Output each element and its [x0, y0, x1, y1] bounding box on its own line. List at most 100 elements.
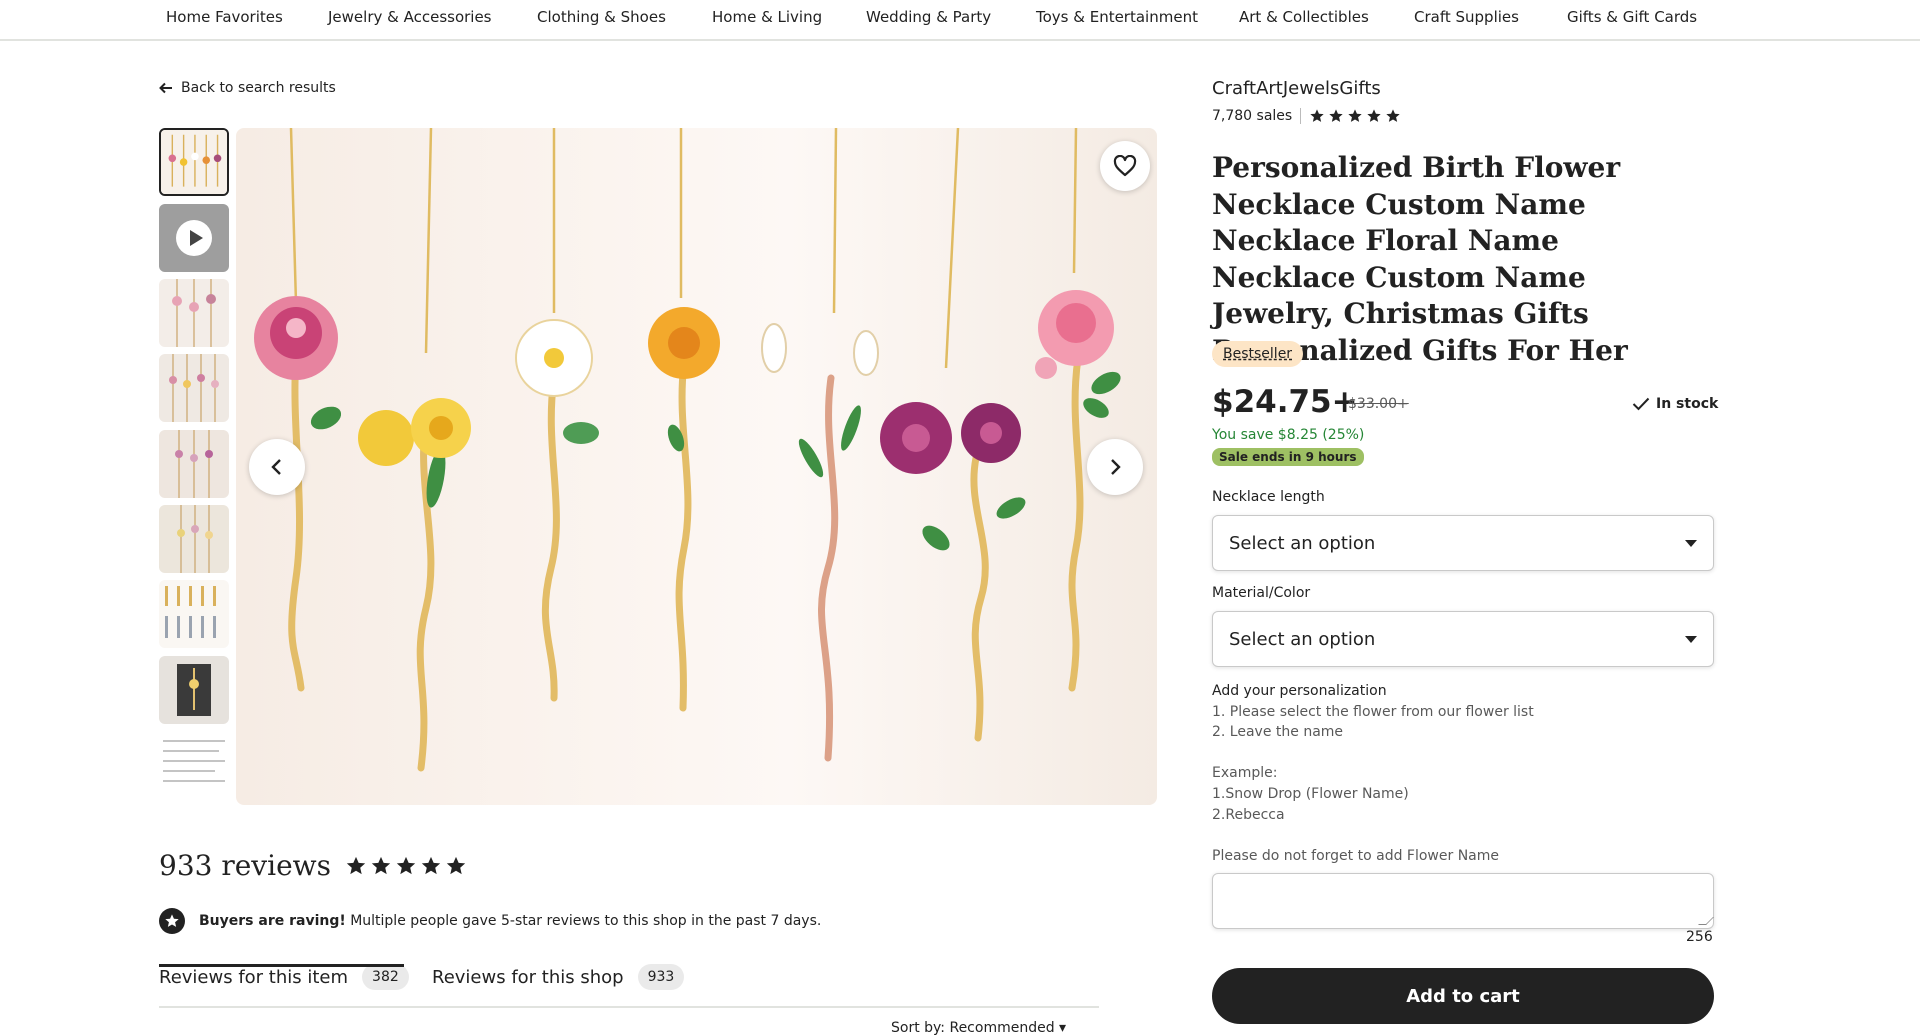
- tab-reviews-shop-count: 933: [637, 964, 685, 990]
- active-tab-indicator: [159, 964, 404, 967]
- personalization-heading: Add your personalization: [1212, 683, 1387, 699]
- star-icon: [396, 856, 416, 874]
- necklace-length-value: Select an option: [1229, 532, 1376, 554]
- material-color-label: Material/Color: [1212, 585, 1311, 601]
- thumbnail-image: [159, 279, 229, 347]
- star-icon: [421, 856, 441, 874]
- nav-item-toys-entertainment[interactable]: Toys & Entertainment: [1036, 8, 1198, 26]
- stock-label: In stock: [1656, 396, 1719, 412]
- personalization-textarea[interactable]: [1212, 873, 1714, 929]
- main-product-image: [236, 128, 1157, 805]
- raving-detail: Multiple people gave 5-star reviews to t…: [345, 913, 822, 929]
- reviews-count: 933 reviews: [159, 849, 331, 882]
- personalization-line-4: 1.Snow Drop (Flower Name): [1212, 785, 1409, 802]
- sort-label: Sort by: Recommended: [891, 1020, 1055, 1036]
- nav-item-clothing-shoes[interactable]: Clothing & Shoes: [537, 8, 666, 26]
- necklace-length-select[interactable]: Select an option: [1212, 515, 1714, 571]
- personalization-line-6: Please do not forget to add Flower Name: [1212, 847, 1499, 864]
- star-icon: [1367, 109, 1381, 122]
- shop-meta: 7,780 sales: [1212, 108, 1401, 124]
- tab-reviews-item-count: 382: [362, 964, 409, 990]
- divider: [1300, 108, 1302, 124]
- personalization-line-2: 2. Leave the name: [1212, 724, 1344, 741]
- thumbnail-3[interactable]: [159, 279, 229, 347]
- star-icon: [1310, 109, 1324, 122]
- raving-text: Buyers are raving! Multiple people gave …: [199, 913, 821, 929]
- personalization-line-3: Example:: [1212, 765, 1278, 782]
- chevron-left-icon: [271, 459, 281, 475]
- thumbnail-image: [159, 505, 229, 573]
- nav-item-home-favorites[interactable]: Home Favorites: [166, 8, 283, 26]
- thumbnail-5[interactable]: [159, 430, 229, 498]
- star-icon: [446, 856, 466, 874]
- thumbnail-1[interactable]: [159, 128, 229, 196]
- reviews-header: 933 reviews: [159, 849, 467, 882]
- resize-handle[interactable]: [1698, 917, 1714, 925]
- material-color-value: Select an option: [1229, 628, 1376, 650]
- tab-reviews-shop[interactable]: Reviews for this shop 933: [432, 964, 685, 990]
- nav-item-gifts-gift-cards[interactable]: Gifts & Gift Cards: [1567, 8, 1697, 26]
- star-icon: [1348, 109, 1362, 122]
- tab-reviews-item[interactable]: Reviews for this item 382: [159, 964, 409, 990]
- nav-item-home-living[interactable]: Home & Living: [712, 8, 822, 26]
- play-icon: [176, 220, 212, 256]
- original-price: $33.00+: [1348, 396, 1409, 412]
- star-icon: [1329, 109, 1343, 122]
- savings-text: You save $8.25 (25%): [1212, 427, 1365, 443]
- add-to-cart-button[interactable]: Add to cart: [1212, 968, 1714, 1024]
- product-price: $24.75+: [1212, 384, 1358, 420]
- caret-down-icon: [1685, 539, 1697, 547]
- thumbnail-image: [159, 656, 229, 724]
- necklaces-photo: [254, 128, 1121, 772]
- thumbnail-image: [159, 430, 229, 498]
- tab-reviews-item-label: Reviews for this item: [159, 966, 349, 988]
- shop-name-link[interactable]: CraftArtJewelsGifts: [1212, 78, 1381, 99]
- nav-item-art-collectibles[interactable]: Art & Collectibles: [1239, 8, 1369, 26]
- character-count: 256: [1686, 929, 1713, 945]
- buyers-raving-notice: Buyers are raving! Multiple people gave …: [159, 908, 821, 934]
- sort-dropdown[interactable]: Sort by: Recommended ▾: [891, 1020, 1066, 1036]
- bestseller-badge[interactable]: Bestseller: [1212, 341, 1304, 367]
- sale-ends-badge: Sale ends in 9 hours: [1212, 448, 1364, 466]
- thumbnail-6[interactable]: [159, 505, 229, 573]
- caret-down-icon: [1685, 635, 1697, 643]
- chevron-right-icon: [1111, 459, 1121, 475]
- reviews-star-rating: [345, 855, 467, 877]
- nav-item-jewelry-accessories[interactable]: Jewelry & Accessories: [328, 8, 492, 26]
- arrow-left-icon: [159, 82, 172, 94]
- product-title: Personalized Birth Flower Necklace Custo…: [1212, 151, 1628, 367]
- thumbnail-4[interactable]: [159, 354, 229, 422]
- star-badge-icon: [159, 908, 185, 934]
- nav-item-craft-supplies[interactable]: Craft Supplies: [1414, 8, 1519, 26]
- stock-status: In stock: [1632, 396, 1718, 412]
- necklace-length-label: Necklace length: [1212, 489, 1325, 505]
- personalization-instructions: Add your personalization 1. Please selec…: [1212, 681, 1534, 866]
- tab-reviews-shop-label: Reviews for this shop: [432, 966, 624, 988]
- personalization-line-5: 2.Rebecca: [1212, 806, 1285, 823]
- star-icon: [1386, 109, 1400, 122]
- shop-star-rating: [1309, 108, 1401, 124]
- thumbnail-image: [159, 731, 229, 799]
- favorite-button[interactable]: [1100, 141, 1150, 191]
- nav-item-wedding-party[interactable]: Wedding & Party: [866, 8, 991, 26]
- thumbnail-9[interactable]: [159, 731, 229, 799]
- thumbnail-7[interactable]: [159, 580, 229, 648]
- previous-image-button[interactable]: [249, 439, 305, 495]
- thumbnail-strip: [159, 128, 229, 803]
- material-color-select[interactable]: Select an option: [1212, 611, 1714, 667]
- back-link-label: Back to search results: [181, 80, 336, 96]
- thumbnail-image: [161, 130, 227, 194]
- next-image-button[interactable]: [1087, 439, 1143, 495]
- heart-icon: [1113, 155, 1137, 177]
- category-nav: Home Favorites Jewelry & Accessories Clo…: [0, 0, 1920, 41]
- thumbnail-video[interactable]: [159, 204, 229, 272]
- star-icon: [346, 856, 366, 874]
- personalization-line-1: 1. Please select the flower from our flo…: [1212, 703, 1534, 720]
- thumbnail-image: [159, 354, 229, 422]
- shop-sales: 7,780 sales: [1212, 108, 1293, 124]
- raving-bold: Buyers are raving!: [199, 913, 346, 929]
- back-to-search-link[interactable]: Back to search results: [159, 80, 336, 96]
- review-tabs: Reviews for this item 382 Reviews for th…: [159, 960, 1099, 1008]
- thumbnail-8[interactable]: [159, 656, 229, 724]
- thumbnail-image: [159, 580, 229, 648]
